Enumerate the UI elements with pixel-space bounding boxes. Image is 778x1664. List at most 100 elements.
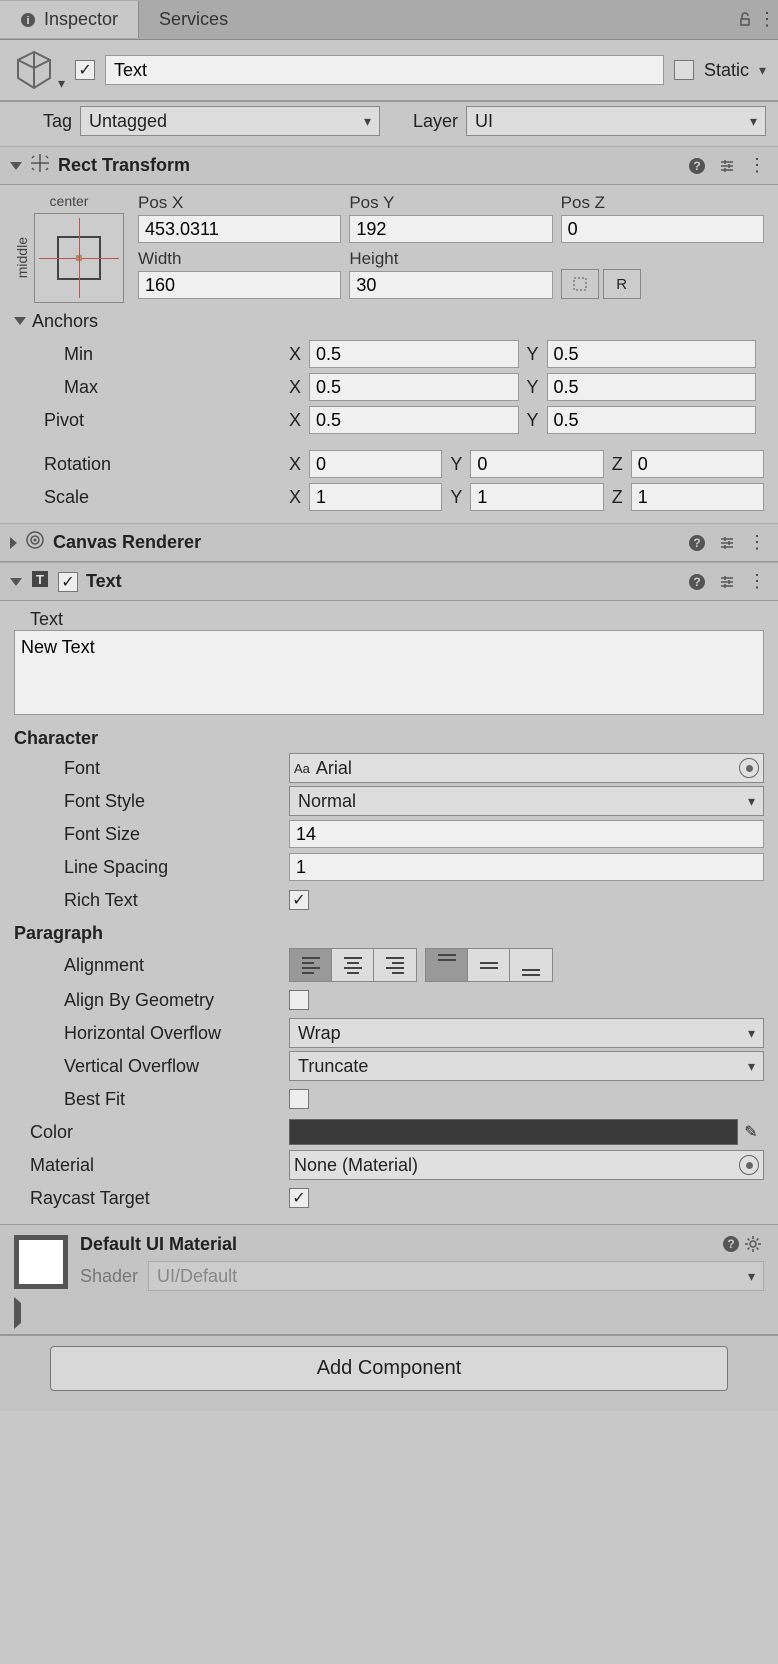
shader-label: Shader [80,1266,138,1287]
preset-icon[interactable] [716,571,738,593]
layer-dropdown[interactable]: UI▾ [466,106,766,136]
posx-input[interactable] [138,215,341,243]
raycast-checkbox[interactable]: ✓ [289,1188,309,1208]
align-left-button[interactable] [290,949,332,981]
raw-edit-button[interactable]: R [603,269,641,299]
pivot-x-input[interactable] [309,406,518,434]
svg-text:i: i [26,15,29,27]
preset-icon[interactable] [716,532,738,554]
aligngeom-checkbox[interactable] [289,990,309,1010]
scale-label: Scale [14,487,289,508]
material-preview[interactable] [14,1235,68,1289]
menu-icon[interactable]: ⋮ [756,9,778,31]
text-enabled-checkbox[interactable]: ✓ [58,572,78,592]
scale-x-input[interactable] [309,483,442,511]
anchor-preset-button[interactable] [34,213,124,303]
component-menu-icon[interactable]: ⋮ [746,532,768,554]
hoverflow-dropdown[interactable]: Wrap▾ [289,1018,764,1048]
align-center-button[interactable] [332,949,374,981]
rect-transform-icon [30,153,50,178]
align-middle-button[interactable] [468,949,510,981]
gameobject-name-input[interactable] [105,55,664,85]
canvas-renderer-header[interactable]: Canvas Renderer ? ⋮ [0,523,778,562]
material-value: None (Material) [294,1155,733,1176]
blueprint-mode-button[interactable] [561,269,599,299]
lock-icon[interactable] [734,9,756,31]
fontsize-input[interactable] [289,820,764,848]
icon-dropdown-icon[interactable]: ▾ [58,75,65,92]
component-menu-icon[interactable]: ⋮ [746,571,768,593]
fontstyle-dropdown[interactable]: Normal▾ [289,786,764,816]
voverflow-label: Vertical Overflow [14,1056,289,1077]
richtext-label: Rich Text [14,890,289,911]
anchor-max-y-input[interactable] [547,373,756,401]
height-input[interactable] [349,271,552,299]
add-component-button[interactable]: Add Component [50,1346,728,1391]
help-icon[interactable]: ? [686,571,708,593]
width-input[interactable] [138,271,341,299]
anchor-min-y-input[interactable] [547,340,756,368]
svg-text:?: ? [693,536,700,550]
help-icon[interactable]: ? [720,1233,742,1255]
svg-text:?: ? [727,1237,734,1251]
scale-y-input[interactable] [470,483,603,511]
font-value: Arial [316,758,733,779]
gameobject-header: ▾ ✓ Static ▾ [0,40,778,102]
text-component-header[interactable]: T ✓ Text ? ⋮ [0,562,778,601]
linespacing-input[interactable] [289,853,764,881]
align-bottom-button[interactable] [510,949,552,981]
anchor-v-label: middle [14,237,30,278]
align-right-button[interactable] [374,949,416,981]
text-value-input[interactable] [14,630,764,715]
posy-input[interactable] [349,215,552,243]
hoverflow-label: Horizontal Overflow [14,1023,289,1044]
tag-dropdown[interactable]: Untagged▾ [80,106,380,136]
rot-y-input[interactable] [470,450,603,478]
svg-text:?: ? [693,159,700,173]
paragraph-section-label: Paragraph [14,923,764,944]
rot-x-input[interactable] [309,450,442,478]
pivot-y-input[interactable] [547,406,756,434]
tab-inspector[interactable]: i Inspector [0,1,139,38]
rect-transform-body: center middle Pos X Pos Y Pos Z Width He… [0,185,778,523]
eyedropper-icon[interactable]: ✎ [738,1119,764,1145]
font-label: Font [14,758,289,779]
height-label: Height [349,249,552,269]
scale-z-input[interactable] [631,483,764,511]
object-picker-icon[interactable] [739,1155,759,1175]
foldout-icon [10,537,17,549]
anchors-foldout-icon[interactable] [14,317,26,325]
component-menu-icon[interactable]: ⋮ [746,155,768,177]
anchors-label: Anchors [32,311,98,332]
static-dropdown-icon[interactable]: ▾ [759,62,766,79]
richtext-checkbox[interactable]: ✓ [289,890,309,910]
tab-bar: i Inspector Services ⋮ [0,0,778,40]
pivot-label: Pivot [14,410,289,431]
help-icon[interactable]: ? [686,155,708,177]
voverflow-dropdown[interactable]: Truncate▾ [289,1051,764,1081]
layer-value: UI [475,111,493,132]
gear-icon[interactable] [742,1233,764,1255]
posz-input[interactable] [561,215,764,243]
gameobject-enabled-checkbox[interactable]: ✓ [75,60,95,80]
anchor-max-x-input[interactable] [309,373,518,401]
material-picker[interactable]: None (Material) [289,1150,764,1180]
static-checkbox[interactable] [674,60,694,80]
object-picker-icon[interactable] [739,758,759,778]
bestfit-checkbox[interactable] [289,1089,309,1109]
rect-transform-header[interactable]: Rect Transform ? ⋮ [0,146,778,185]
rot-z-input[interactable] [631,450,764,478]
help-icon[interactable]: ? [686,532,708,554]
foldout-icon [10,162,22,170]
v-align-group [425,948,553,982]
layer-label: Layer [388,111,458,132]
preset-icon[interactable] [716,155,738,177]
gameobject-icon[interactable] [12,48,56,92]
align-top-button[interactable] [426,949,468,981]
tab-services[interactable]: Services [139,1,248,38]
info-icon: i [20,12,36,28]
material-foldout-icon[interactable] [14,1297,21,1329]
color-swatch[interactable] [289,1119,738,1145]
anchor-min-x-input[interactable] [309,340,518,368]
font-picker[interactable]: AaArial [289,753,764,783]
